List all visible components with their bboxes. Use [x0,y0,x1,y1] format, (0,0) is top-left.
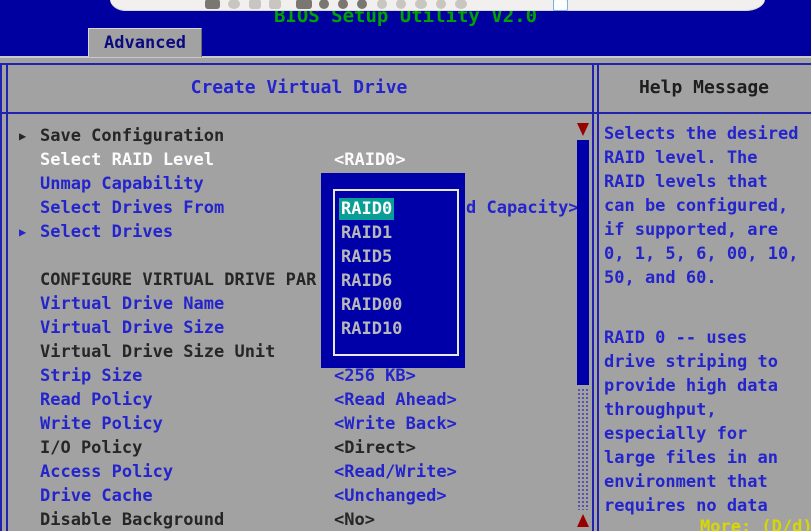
option-label: Save Configuration [40,124,224,148]
option-label: Select RAID Level [40,148,214,172]
scrollbar-thumb[interactable] [577,140,589,385]
help-text-block-2: RAID 0 -- usesdrive striping toprovide h… [604,326,809,518]
dropdown-item-raid0[interactable]: RAID0 [339,198,394,220]
camera-icon[interactable] [338,0,348,9]
globe-icon[interactable] [228,0,240,9]
keyboard-icon[interactable] [415,0,427,9]
help-line: 50, and 60. [604,266,809,290]
header-separator-line [0,112,811,114]
submenu-arrow-icon: ▶ [19,124,26,148]
dropdown-item-raid6[interactable]: RAID6 [341,270,392,292]
option-label: CONFIGURE VIRTUAL DRIVE PAR [40,268,316,292]
settings-icon[interactable] [396,0,406,9]
option-label: Read Policy [40,388,153,412]
panel-divider-left-line [592,63,594,531]
help-line: throughput, [604,398,809,422]
refresh-icon[interactable] [377,0,387,9]
help-line: especially for [604,422,809,446]
help-text-block-1: Selects the desiredRAID level. TheRAID l… [604,122,809,290]
help-line: requires no data [604,494,809,518]
option-value: <Unchanged> [334,484,447,508]
scrollbar-track[interactable] [577,388,589,510]
raid-level-dropdown: RAID0RAID1RAID5RAID6RAID00RAID10 [321,173,465,368]
option-row-select-drives[interactable]: ▶ Select Drives [0,220,592,244]
option-row-virtual-drive-size-unit[interactable]: Virtual Drive Size Unit [0,340,592,364]
help-line: RAID level. The [604,146,809,170]
active-tool-icon[interactable] [553,0,568,11]
option-row-select-drives-from[interactable]: Select Drives From d Capacity> [0,196,592,220]
option-value: <Read Ahead> [334,388,457,412]
window-pair-icon[interactable] [205,0,220,9]
power-icon[interactable] [357,0,367,9]
dropdown-item-raid00[interactable]: RAID00 [341,294,402,316]
option-label: Virtual Drive Size [40,316,224,340]
option-row-save-configuration[interactable]: ▶ Save Configuration [0,124,592,148]
folder-icon[interactable] [269,0,281,9]
option-label: Drive Cache [40,484,153,508]
option-label: Virtual Drive Size Unit [40,340,275,364]
help-line: can be configured, [604,194,809,218]
help-line: if supported, are [604,218,809,242]
option-row-configure-virtual-drive-par[interactable]: CONFIGURE VIRTUAL DRIVE PAR [0,268,592,292]
panel-divider-right-line [597,63,599,531]
option-row-write-policy[interactable]: Write Policy <Write Back> [0,412,592,436]
option-label: Strip Size [40,364,142,388]
help-more-hint: More: (D/d) [700,517,811,531]
submenu-arrow-icon: ▶ [19,220,26,244]
help-panel-title: Help Message [597,63,811,112]
scroll-down-indicator-icon[interactable] [577,123,589,136]
mouse-icon[interactable] [436,0,446,9]
help-line: large files in an [604,446,809,470]
help-line: drive striping to [604,350,809,374]
option-value: <Direct> [334,436,416,460]
dropdown-item-raid1[interactable]: RAID1 [341,222,392,244]
option-row-disable-background[interactable]: Disable Background <No> [0,508,592,531]
tab-advanced[interactable]: Advanced [88,28,202,57]
option-label: Unmap Capability [40,172,204,196]
remote-console-toolbar [110,0,765,11]
option-label: Select Drives [40,220,173,244]
option-row-drive-cache[interactable]: Drive Cache <Unchanged> [0,484,592,508]
option-label: Disable Background [40,508,224,531]
option-label: Access Policy [40,460,173,484]
option-value: <RAID0> [334,148,406,172]
dropdown-item-raid5[interactable]: RAID5 [341,246,392,268]
help-line: environment that [604,470,809,494]
option-row-unmap-capability[interactable]: Unmap Capability [0,172,592,196]
option-row-access-policy[interactable]: Access Policy <Read/Write> [0,460,592,484]
option-row-virtual-drive-name[interactable]: Virtual Drive Name [0,292,592,316]
grid-icon[interactable] [296,0,312,9]
help-line: provide high data [604,374,809,398]
option-row-select-raid-level[interactable]: Select RAID Level <RAID0> [0,148,592,172]
option-label: Virtual Drive Name [40,292,224,316]
bios-screen: BIOS Setup Utility V2.0 Advanced Create … [0,0,811,531]
help-line: RAID levels that [604,170,809,194]
option-value: <Read/Write> [334,460,457,484]
scroll-up-indicator-icon[interactable] [577,514,589,527]
option-label: Select Drives From [40,196,224,220]
option-row-i-o-policy[interactable]: I/O Policy <Direct> [0,436,592,460]
option-label: Write Policy [40,412,163,436]
option-value: <Write Back> [334,412,457,436]
option-row-strip-size[interactable]: Strip Size<256 KB> [0,364,592,388]
option-value: d Capacity> [466,196,579,220]
record-icon[interactable] [319,0,329,9]
left-panel-title: Create Virtual Drive [6,63,592,112]
option-row-read-policy[interactable]: Read Policy <Read Ahead> [0,388,592,412]
monitor-icon[interactable] [455,0,467,9]
option-row-virtual-drive-size[interactable]: Virtual Drive Size [0,316,592,340]
option-label: I/O Policy [40,436,142,460]
help-line: RAID 0 -- uses [604,326,809,350]
dropdown-item-raid10[interactable]: RAID10 [341,318,402,340]
document-icon[interactable] [249,0,261,9]
help-line: 0, 1, 5, 6, 00, 10, [604,242,809,266]
option-value: <No> [334,508,375,531]
help-line: Selects the desired [604,122,809,146]
